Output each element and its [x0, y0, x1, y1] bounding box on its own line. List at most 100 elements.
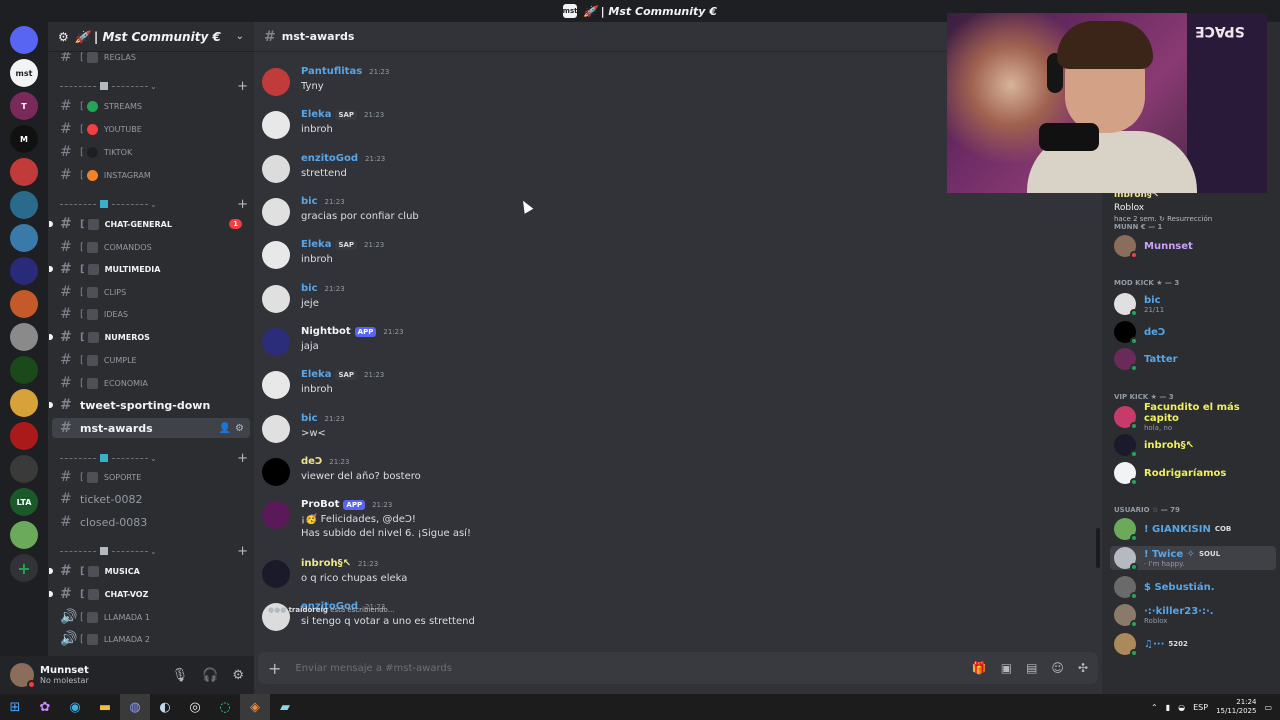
microphone-icon[interactable]: 🎙 [172, 668, 189, 683]
channel-soporte[interactable]: # [SOPORTE [52, 467, 250, 487]
gift-icon[interactable]: 🎁 [972, 661, 987, 675]
message-author[interactable]: Nightbot [301, 326, 351, 337]
server-icon[interactable] [10, 290, 38, 318]
channel-youtube[interactable]: # [YOUTUBE [52, 119, 250, 139]
channel-clips[interactable]: # [CLIPS [52, 282, 250, 302]
add-server-icon[interactable]: + [10, 554, 38, 582]
message-author[interactable]: inbroh§↖ [301, 558, 351, 569]
headphones-icon[interactable]: 🎧 [202, 668, 218, 683]
server-icon[interactable] [10, 422, 38, 450]
wifi-icon[interactable]: ◒ [1178, 703, 1185, 712]
obs-icon[interactable]: ◎ [180, 694, 210, 720]
server-icon[interactable]: mst [10, 59, 38, 87]
windows-start-icon[interactable]: ⊞ [0, 694, 30, 720]
channel-comandos[interactable]: # [COMANDOS [52, 237, 250, 257]
member-item[interactable]: $ Sebustián. [1114, 575, 1276, 600]
channel-mst-awards[interactable]: # mst-awards 👤 ⚙ [52, 418, 250, 438]
member-item[interactable]: Munnset [1114, 234, 1276, 259]
message-author[interactable]: bic [301, 283, 318, 294]
server-icon[interactable]: M [10, 125, 38, 153]
channel-llamada-2[interactable]: 🔊[LLAMADA 2 [52, 629, 250, 649]
avatar[interactable] [262, 241, 290, 269]
member-item[interactable]: ! GIANKISIN COB [1114, 517, 1276, 542]
settings-gear-icon[interactable]: ⚙ [232, 668, 244, 683]
channel-settings-icon[interactable]: ⚙ [235, 423, 244, 434]
message[interactable]: bic 21:23 >w< [254, 409, 1094, 452]
channel-chat-general[interactable]: # [CHAT-GENERAL 1 [49, 214, 250, 234]
avatar[interactable] [262, 155, 290, 183]
channel-tweet-sporting-down[interactable]: # tweet-sporting-down [49, 395, 250, 415]
avatar[interactable] [262, 371, 290, 399]
server-icon[interactable] [10, 224, 38, 252]
channel-category[interactable]: ⌄ + [58, 451, 248, 466]
add-member-icon[interactable]: 👤 [219, 423, 231, 434]
avatar[interactable] [10, 663, 36, 689]
server-icon[interactable] [10, 521, 38, 549]
message-author[interactable]: Eleka [301, 239, 331, 250]
add-channel-icon[interactable]: + [237, 451, 248, 466]
server-icon[interactable] [10, 323, 38, 351]
message[interactable]: inbroh§↖ 21:23 o q rico chupas eleka [254, 554, 1094, 597]
add-attachment-icon[interactable]: + [268, 659, 281, 678]
add-channel-icon[interactable]: + [237, 79, 248, 94]
app-icon[interactable]: ◌ [210, 694, 240, 720]
server-icon[interactable] [10, 455, 38, 483]
gif-icon[interactable]: ▣ [1001, 661, 1012, 675]
avatar[interactable] [262, 198, 290, 226]
chevron-up-icon[interactable]: ⌃ [1151, 703, 1158, 712]
avatar[interactable] [262, 111, 290, 139]
add-channel-icon[interactable]: + [237, 544, 248, 559]
avatar[interactable] [262, 560, 290, 588]
message[interactable]: deƆ 21:23 viewer del año? bostero [254, 452, 1094, 495]
scrollbar[interactable] [1096, 528, 1100, 568]
avatar[interactable] [262, 501, 290, 529]
server-icon[interactable] [10, 158, 38, 186]
message[interactable]: bic 21:23 gracias por confiar club [254, 192, 1094, 235]
emoji-icon[interactable]: ☺ [1051, 661, 1064, 675]
server-icon[interactable]: T [10, 92, 38, 120]
message-author[interactable]: deƆ [301, 456, 322, 467]
channel-category[interactable]: ⌄ + [58, 79, 248, 94]
channel-cumple[interactable]: # [CUMPLE [52, 350, 250, 370]
message[interactable]: Eleka SAP 21:23 inbroh [254, 235, 1094, 278]
sticker-icon[interactable]: ▤ [1026, 661, 1037, 675]
discord-taskbar-icon[interactable]: ◍ [120, 694, 150, 720]
channel-numeros[interactable]: # [NUMEROS [49, 327, 250, 347]
notifications-icon[interactable]: ▭ [1264, 703, 1272, 712]
message-author[interactable]: bic [301, 196, 318, 207]
channel-instagram[interactable]: # [INSTAGRAM [52, 165, 250, 185]
member-item[interactable]: inbroh§↖ [1114, 433, 1276, 458]
message[interactable]: ProBot APP 21:23 ¡🥳 Felicidades, @deƆ! Has s… [254, 495, 1094, 551]
steam-icon[interactable]: ◐ [150, 694, 180, 720]
member-item[interactable]: Tatter [1114, 347, 1276, 372]
channel-closed-0083[interactable]: # closed-0083 [52, 512, 250, 532]
channel-ticket-0082[interactable]: # ticket-0082 [52, 489, 250, 509]
message-author[interactable]: ProBot [301, 499, 339, 510]
channel-category[interactable]: ⌄ + [58, 197, 248, 212]
channel-ideas[interactable]: # [IDEAS [52, 304, 250, 324]
username[interactable]: Munnset [40, 665, 89, 676]
clock[interactable]: 21:24 15/11/2025 [1216, 698, 1256, 716]
message-input[interactable] [295, 662, 972, 674]
lang-indicator[interactable]: ESP [1193, 703, 1208, 712]
member-item[interactable]: Facundito el más capito hola, no [1114, 402, 1276, 432]
message[interactable]: Eleka SAP 21:23 inbroh [254, 365, 1094, 408]
server-icon[interactable] [10, 257, 38, 285]
message[interactable]: Nightbot APP 21:23 jaja [254, 322, 1094, 365]
member-item[interactable]: deƆ [1114, 320, 1276, 345]
channel-multimedia[interactable]: # [MULTIMEDIA [49, 259, 250, 279]
member-item[interactable]: bic 21/11 [1114, 292, 1276, 317]
network-icon[interactable]: ▮ [1166, 703, 1170, 712]
server-icon[interactable] [10, 26, 38, 54]
message-author[interactable]: Pantuflitas [301, 66, 362, 77]
message-author[interactable]: Eleka [301, 109, 331, 120]
avatar[interactable] [262, 285, 290, 313]
edge-icon[interactable]: ◉ [60, 694, 90, 720]
message[interactable]: bic 21:23 jeje [254, 279, 1094, 322]
server-icon[interactable] [10, 191, 38, 219]
chevron-down-icon[interactable]: ⌄ [236, 31, 244, 42]
avatar[interactable] [262, 415, 290, 443]
server-icon[interactable] [10, 389, 38, 417]
channel-tiktok[interactable]: # [TIKTOK [52, 142, 250, 162]
member-item[interactable]: ·:·killer23·:·. Roblox [1114, 603, 1276, 628]
